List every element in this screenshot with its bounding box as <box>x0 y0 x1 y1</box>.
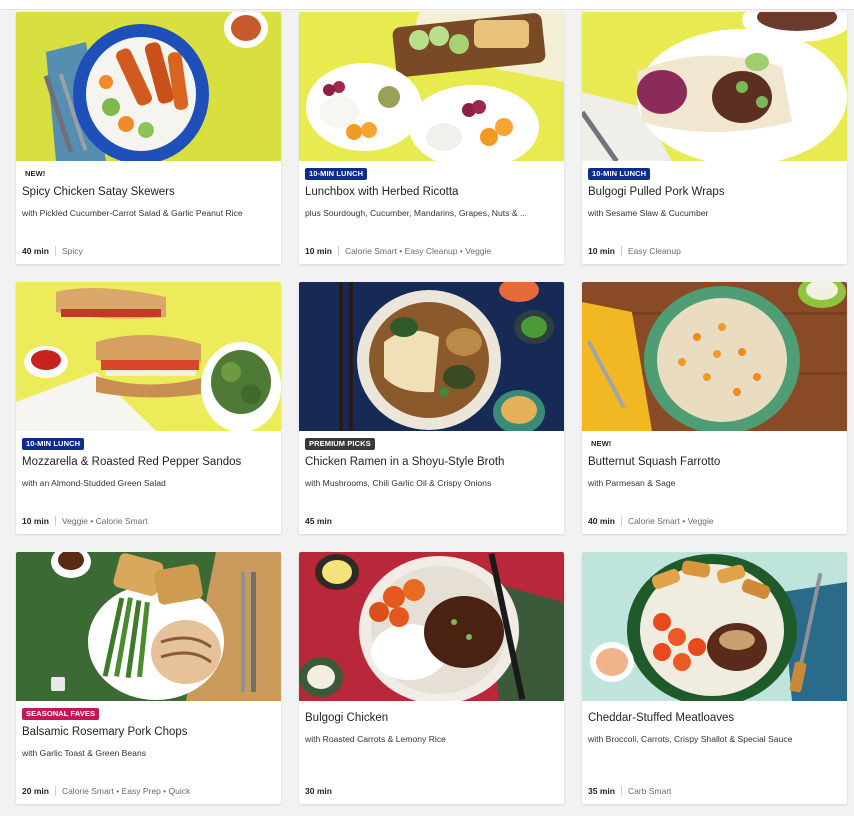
recipe-badge: PREMIUM PICKS <box>305 438 375 450</box>
cook-time: 40 min <box>22 246 49 256</box>
recipe-title: Bulgogi Pulled Pork Wraps <box>588 186 725 198</box>
recipe-badge: SEASONAL FAVES <box>22 708 100 720</box>
recipe-photo <box>299 12 564 161</box>
meta-divider <box>54 516 56 526</box>
recipe-card[interactable]: NEW! Spicy Chicken Satay Skewers with Pi… <box>16 12 281 264</box>
recipe-badge: 10-MIN LUNCH <box>305 168 368 180</box>
recipe-photo <box>582 12 847 161</box>
recipe-photo <box>299 282 564 431</box>
recipe-badge: NEW! <box>25 169 46 178</box>
recipe-subtitle: with an Almond-Studded Green Salad <box>22 478 166 488</box>
recipe-tags: Easy Cleanup <box>627 246 681 256</box>
recipe-tags: Calorie Smart • Veggie <box>627 516 714 526</box>
cook-time: 10 min <box>588 246 615 256</box>
recipe-title: Bulgogi Chicken <box>305 712 389 724</box>
recipe-tags: Spicy <box>61 246 83 256</box>
recipe-badge: 10-MIN LUNCH <box>588 168 651 180</box>
meta-divider <box>620 786 622 796</box>
recipe-meta: 45 min <box>305 516 332 526</box>
recipe-title: Mozzarella & Roasted Red Pepper Sandos <box>22 456 242 468</box>
recipe-card[interactable]: NEW! Butternut Squash Farrotto with Parm… <box>582 282 847 534</box>
recipe-meta: 40 min Spicy <box>22 246 83 256</box>
meta-divider <box>337 246 339 256</box>
recipe-meta: 10 min Calorie Smart • Easy Cleanup • Ve… <box>305 246 491 256</box>
recipe-title: Butternut Squash Farrotto <box>588 456 721 468</box>
recipe-tags: Veggie • Calorie Smart <box>61 516 148 526</box>
recipe-photo <box>16 12 281 161</box>
cook-time: 30 min <box>305 786 332 796</box>
recipe-photo <box>299 552 564 701</box>
recipe-tags: Carb Smart <box>627 786 672 796</box>
recipe-tags: Calorie Smart • Easy Prep • Quick <box>61 786 191 796</box>
recipe-title: Chicken Ramen in a Shoyu-Style Broth <box>305 456 505 468</box>
recipe-card[interactable]: PREMIUM PICKS Chicken Ramen in a Shoyu-S… <box>299 282 564 534</box>
recipe-meta: 30 min <box>305 786 332 796</box>
recipe-subtitle: with Broccoli, Carrots, Crispy Shallot &… <box>588 734 793 744</box>
recipe-photo <box>582 282 847 431</box>
recipe-subtitle: with Garlic Toast & Green Beans <box>22 748 147 758</box>
recipe-card[interactable]: Cheddar-Stuffed Meatloaves with Broccoli… <box>582 552 847 804</box>
cook-time: 35 min <box>588 786 615 796</box>
recipe-photo <box>16 282 281 431</box>
recipe-subtitle: with Parmesan & Sage <box>588 478 676 488</box>
recipe-tags: Calorie Smart • Easy Cleanup • Veggie <box>344 246 492 256</box>
recipe-photo <box>582 552 847 701</box>
recipe-badge: 10-MIN LUNCH <box>22 438 85 450</box>
cook-time: 45 min <box>305 516 332 526</box>
meta-divider <box>54 786 56 796</box>
recipe-subtitle: with Pickled Cucumber-Carrot Salad & Gar… <box>22 208 243 218</box>
recipe-subtitle: with Mushrooms, Chili Garlic Oil & Crisp… <box>305 478 492 488</box>
recipe-meta: 10 min Easy Cleanup <box>588 246 681 256</box>
cook-time: 10 min <box>305 246 332 256</box>
recipe-meta: 10 min Veggie • Calorie Smart <box>22 516 148 526</box>
cook-time: 40 min <box>588 516 615 526</box>
recipe-photo <box>16 552 281 701</box>
recipe-meta: 20 min Calorie Smart • Easy Prep • Quick <box>22 786 190 796</box>
meta-divider <box>620 246 622 256</box>
recipe-card[interactable]: SEASONAL FAVES Balsamic Rosemary Pork Ch… <box>16 552 281 804</box>
meta-divider <box>620 516 622 526</box>
recipe-meta: 40 min Calorie Smart • Veggie <box>588 516 714 526</box>
top-bar <box>0 0 854 10</box>
recipe-subtitle: with Sesame Slaw & Cucumber <box>588 208 709 218</box>
cook-time: 20 min <box>22 786 49 796</box>
recipe-card[interactable]: Bulgogi Chicken with Roasted Carrots & L… <box>299 552 564 804</box>
recipe-card[interactable]: 10-MIN LUNCH Mozzarella & Roasted Red Pe… <box>16 282 281 534</box>
recipe-title: Spicy Chicken Satay Skewers <box>22 186 175 198</box>
recipe-subtitle: plus Sourdough, Cucumber, Mandarins, Gra… <box>305 208 528 218</box>
recipe-card[interactable]: 10-MIN LUNCH Bulgogi Pulled Pork Wraps w… <box>582 12 847 264</box>
recipe-card[interactable]: 10-MIN LUNCH Lunchbox with Herbed Ricott… <box>299 12 564 264</box>
meta-divider <box>54 246 56 256</box>
recipe-title: Lunchbox with Herbed Ricotta <box>305 186 459 198</box>
recipe-title: Balsamic Rosemary Pork Chops <box>22 726 188 738</box>
recipe-badge: NEW! <box>591 439 612 448</box>
recipe-subtitle: with Roasted Carrots & Lemony Rice <box>305 734 446 744</box>
cook-time: 10 min <box>22 516 49 526</box>
recipe-title: Cheddar-Stuffed Meatloaves <box>588 712 735 724</box>
recipe-meta: 35 min Carb Smart <box>588 786 671 796</box>
